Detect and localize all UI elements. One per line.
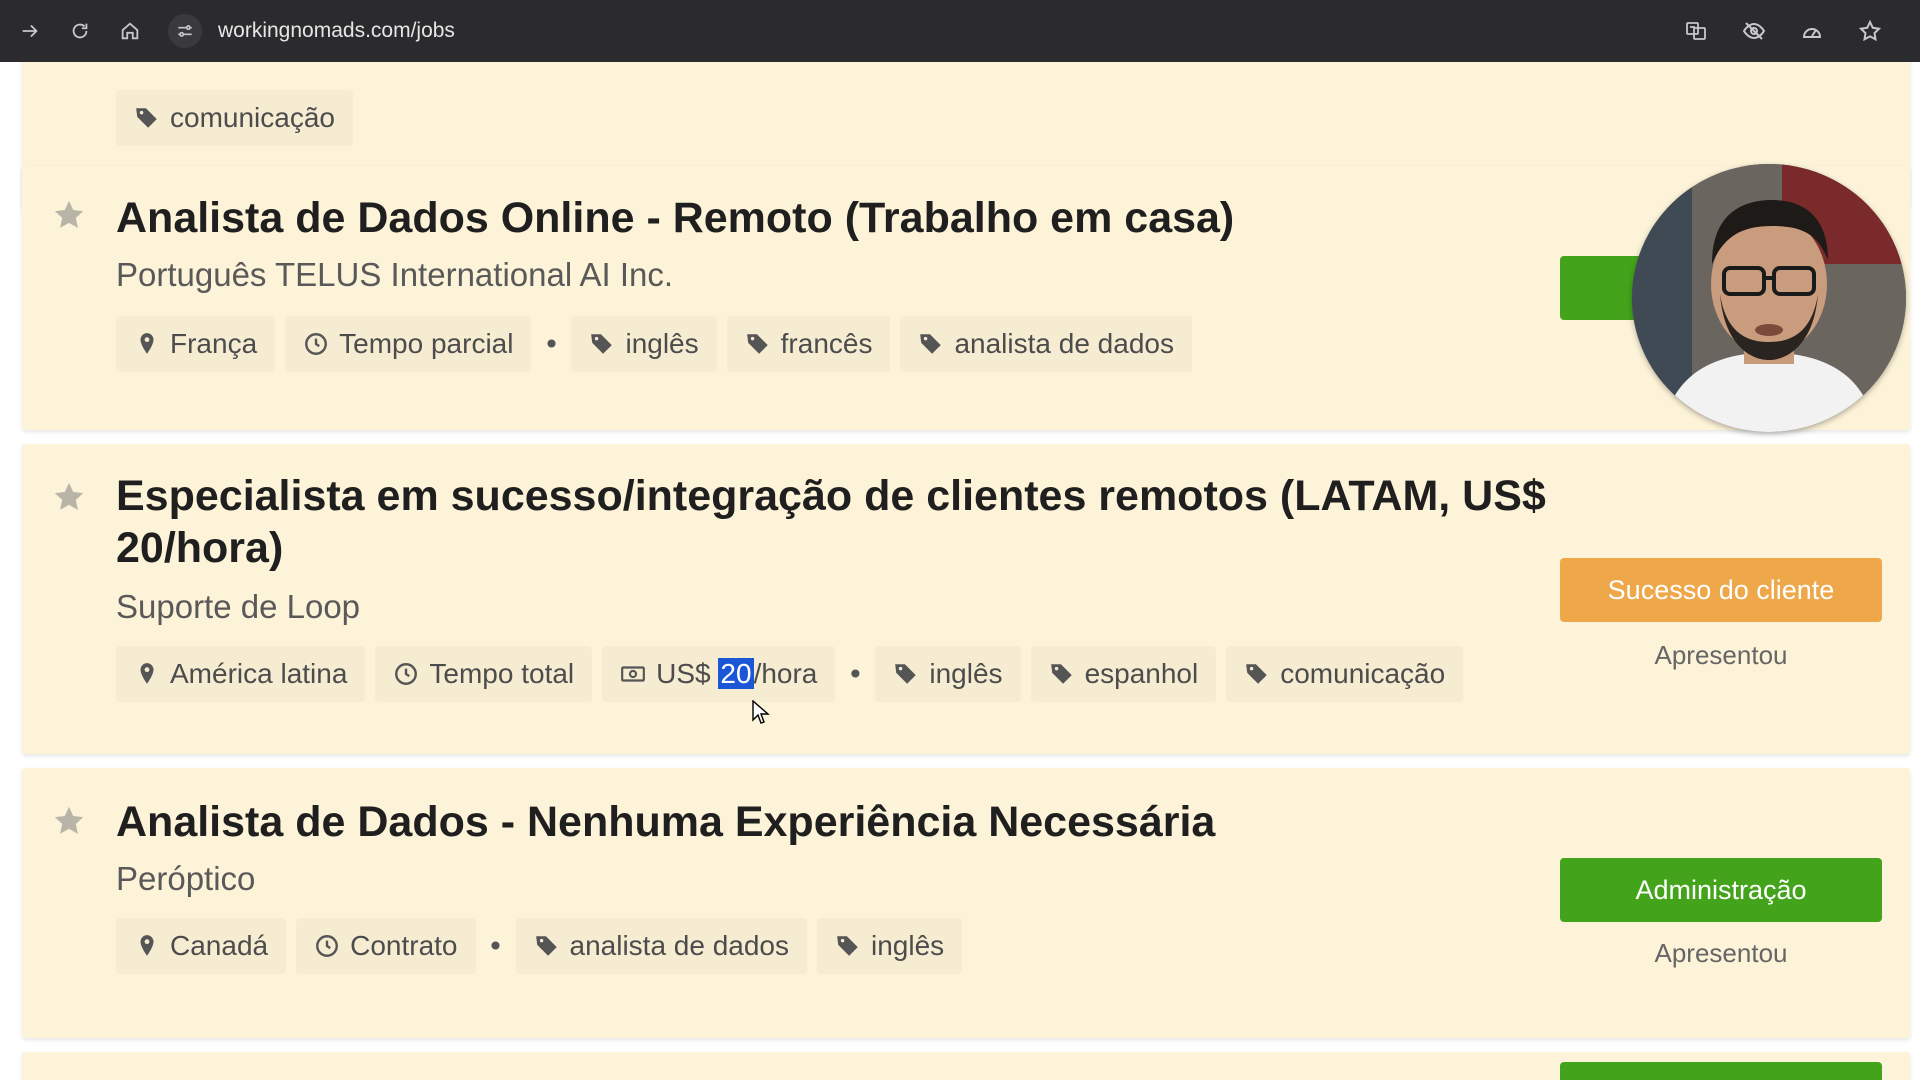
tag-label: Contrato [350, 930, 458, 961]
tag-icon [895, 664, 917, 684]
salary-suffix: /hora [753, 658, 818, 689]
translate-icon[interactable] [1676, 11, 1716, 51]
tag-label: inglês [625, 328, 699, 359]
tag-label: Tempo total [429, 658, 575, 689]
tag-label: França [170, 328, 258, 359]
tag-label: Canadá [170, 930, 269, 961]
tag-label: comunicação [170, 102, 335, 133]
tag-label: espanhol [1084, 658, 1199, 689]
site-info-icon[interactable] [168, 14, 202, 48]
job-title[interactable]: Analista de Dados - Nenhuma Experiência … [116, 796, 1215, 848]
company-name: Suporte de Loop [116, 588, 361, 625]
featured-label: Apresentou [1654, 640, 1788, 670]
skill-tag[interactable]: espanhol [1030, 646, 1217, 702]
tag-icon [1246, 664, 1267, 684]
tag-label: Tempo parcial [339, 328, 514, 359]
skill-tag[interactable]: analista de dados [515, 918, 808, 974]
browser-toolbar: workingnomads.com/jobs [0, 0, 1920, 62]
map-pin-icon [140, 333, 154, 354]
tag-icon [591, 334, 613, 354]
separator-dot: • [487, 929, 504, 963]
map-pin-icon [140, 935, 154, 956]
selected-text: 20 [718, 658, 754, 689]
performance-icon[interactable] [1792, 11, 1832, 51]
tag-icon [535, 936, 557, 956]
job-card[interactable]: Analista de Dados Online - Remoto (Traba… [22, 166, 1910, 430]
favorite-star-icon[interactable] [52, 480, 86, 514]
home-icon[interactable] [110, 11, 150, 51]
clock-icon [395, 663, 418, 685]
tag-icon [920, 334, 942, 354]
address-bar[interactable]: workingnomads.com/jobs [168, 10, 1668, 52]
schedule-tag[interactable]: Contrato [296, 918, 476, 974]
job-tags: América latina Tempo total US$ 20/hora •… [116, 646, 1464, 702]
money-icon [621, 666, 646, 682]
company-name: Português TELUS International AI Inc. [116, 256, 674, 293]
clock-icon [316, 935, 339, 957]
url-text[interactable]: workingnomads.com/jobs [218, 19, 455, 43]
salary-label: US$ 20/hora [656, 658, 817, 690]
schedule-tag[interactable]: Tempo total [375, 646, 593, 702]
skill-tag[interactable]: comunicação [116, 90, 353, 146]
tag-label: analista de dados [569, 930, 790, 961]
skill-tag[interactable]: analista de dados [900, 316, 1192, 372]
eye-off-icon[interactable] [1734, 11, 1774, 51]
reload-icon[interactable] [60, 11, 100, 51]
tag-icon [746, 334, 768, 354]
tag-icon [136, 108, 157, 128]
job-tags: Canadá Contrato • analista de dados ingl… [116, 918, 963, 974]
job-card[interactable] [22, 1052, 1910, 1080]
skill-tag[interactable]: francês [726, 316, 891, 372]
tag-icon [837, 936, 858, 956]
toolbar-right-icons [1676, 11, 1890, 51]
featured-label: Apresentou [1654, 938, 1788, 968]
location-tag[interactable]: França [116, 316, 276, 372]
webcam-overlay [1632, 164, 1906, 432]
category-button[interactable]: Sucesso do cliente [1560, 558, 1882, 622]
company-name: Peróptico [116, 860, 256, 897]
salary-prefix: US$ [656, 658, 719, 689]
separator-dot: • [847, 657, 864, 691]
mouse-cursor-icon [752, 700, 770, 724]
job-tags: França Tempo parcial • inglês francês an… [116, 316, 1192, 372]
category-button[interactable] [1560, 1062, 1882, 1080]
tag-label: comunicação [1280, 658, 1446, 689]
tag-label: inglês [871, 930, 945, 961]
category-button[interactable]: Administração [1560, 858, 1882, 922]
map-pin-icon [140, 663, 154, 684]
forward-icon[interactable] [10, 11, 50, 51]
tag-label: francês [780, 328, 873, 359]
clock-icon [305, 333, 328, 355]
separator-dot: • [543, 327, 560, 361]
schedule-tag[interactable]: Tempo parcial [285, 316, 532, 372]
job-title[interactable]: Especialista em sucesso/integração de cl… [116, 470, 1556, 574]
skill-tag[interactable]: inglês [817, 918, 963, 974]
skill-tag[interactable]: comunicação [1226, 646, 1464, 702]
job-card[interactable]: Especialista em sucesso/integração de cl… [22, 444, 1910, 754]
skill-tag[interactable]: inglês [571, 316, 717, 372]
tag-label: analista de dados [954, 328, 1174, 359]
tag-label: inglês [929, 658, 1003, 689]
job-tags: comunicação [116, 90, 353, 146]
tag-icon [1050, 664, 1072, 684]
job-title[interactable]: Analista de Dados Online - Remoto (Traba… [116, 192, 1234, 244]
bookmark-star-icon[interactable] [1850, 11, 1890, 51]
location-tag[interactable]: América latina [116, 646, 366, 702]
tag-label: América latina [170, 658, 348, 689]
jobs-page: comunicação Analista de Dados Online - R… [0, 62, 1920, 1080]
skill-tag[interactable]: inglês [875, 646, 1021, 702]
location-tag[interactable]: Canadá [116, 918, 287, 974]
favorite-star-icon[interactable] [52, 198, 86, 232]
salary-tag[interactable]: US$ 20/hora [602, 646, 836, 702]
job-card[interactable]: Analista de Dados - Nenhuma Experiência … [22, 768, 1910, 1038]
favorite-star-icon[interactable] [52, 804, 86, 838]
presenter-video-image [1632, 164, 1906, 432]
